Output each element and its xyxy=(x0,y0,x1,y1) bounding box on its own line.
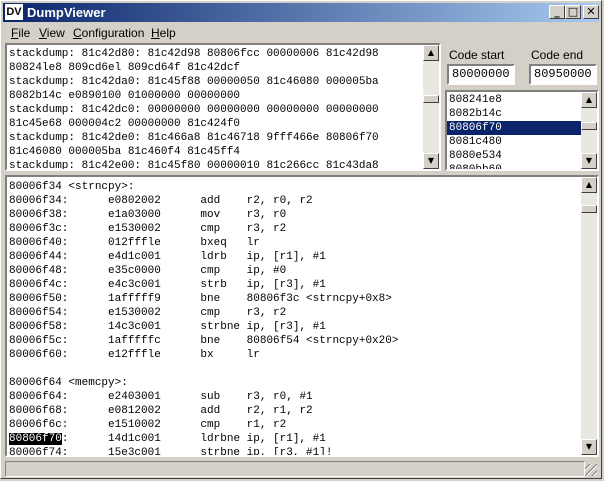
app-icon: DV xyxy=(5,4,23,20)
stackdump-line: stackdump: 81c42dc0: 00000000 00000000 0… xyxy=(9,104,379,116)
stackdump-line: 81c46080 000005ba 81c460f4 81c45ff4 xyxy=(9,146,241,158)
code-end-label: Code end xyxy=(531,48,584,62)
disassembly-scrollbar[interactable]: ▲ ▼ xyxy=(581,177,597,455)
disassembly-line: 80006f54: e1530002 cmp r3, r2 xyxy=(9,307,287,319)
disassembly-line: 80006f6c: e1510002 cmp r1, r2 xyxy=(9,419,287,431)
disassembly-line: 80006f60: e12fffle bx lr xyxy=(9,349,260,361)
list-item[interactable]: 808241e8 xyxy=(447,93,581,107)
disassembly-panel[interactable]: 80006f34 <strncpy>: 80006f34: e0802002 ad… xyxy=(5,175,599,457)
address-list-items: 808241e8 8082b14c 80806f70 8081c480 8080e534… xyxy=(447,93,581,169)
list-item[interactable]: 8081c480 xyxy=(447,135,581,149)
scroll-up-button[interactable]: ▲ xyxy=(423,45,439,61)
disassembly-line: 80006f34 <strncpy>: xyxy=(9,181,135,193)
scroll-down-button[interactable]: ▼ xyxy=(581,153,597,169)
close-button[interactable]: ✕ xyxy=(583,5,599,19)
scroll-thumb[interactable] xyxy=(581,205,597,213)
stackdump-text: stackdump: 81c42d80: 81c42d98 80806fcc 0… xyxy=(9,47,409,171)
disassembly-line: 80006f50: 1afffff9 bne 80806f3c <strncpy… xyxy=(9,293,392,305)
code-start-label: Code start xyxy=(449,48,505,62)
list-item[interactable]: 8080bb60 xyxy=(447,163,581,169)
stackdump-line: 80824le8 809cd6el 809cd64f 81c42dcf xyxy=(9,62,241,74)
menu-help[interactable]: Help xyxy=(151,26,176,40)
window-title: DumpViewer xyxy=(27,5,106,20)
disassembly-text: 80006f34 <strncpy>: 80006f34: e0802002 ad… xyxy=(9,180,579,457)
stackdump-line: 8082b14c e0890100 01000000 00000000 xyxy=(9,90,241,102)
list-item[interactable]: 8082b14c xyxy=(447,107,581,121)
stackdump-line: stackdump: 81c42d80: 81c42d98 80806fcc 0… xyxy=(9,48,379,60)
scroll-up-button[interactable]: ▲ xyxy=(581,177,597,193)
menu-bar: File View Configuration Help xyxy=(3,23,599,42)
disassembly-line: 80006f3c: e1530002 cmp r3, r2 xyxy=(9,223,287,235)
address-list-scrollbar[interactable]: ▲ ▼ xyxy=(581,92,597,169)
disassembly-line: 80806f70: 14d1c001 ldrbne ip, [r1], #1 xyxy=(9,433,326,445)
minimize-button[interactable]: _ xyxy=(549,5,565,19)
menu-configuration[interactable]: Configuration xyxy=(73,26,144,40)
status-bar xyxy=(3,460,599,478)
scroll-thumb[interactable] xyxy=(581,122,597,130)
address-list[interactable]: 808241e8 8082b14c 80806f70 8081c480 8080e534… xyxy=(445,90,599,171)
disassembly-line: 80006f34: e0802002 add r2, r0, r2 xyxy=(9,195,313,207)
stackdump-line: 81c45e68 000004c2 00000000 81c424f0 xyxy=(9,118,241,130)
stackdump-scrollbar[interactable]: ▲ ▼ xyxy=(423,45,439,169)
stackdump-line: stackdump: 81c42de0: 81c466a8 81c46718 9… xyxy=(9,132,379,144)
scroll-up-button[interactable]: ▲ xyxy=(581,92,597,108)
menu-view[interactable]: View xyxy=(39,26,65,40)
maximize-button[interactable]: □ xyxy=(565,5,581,19)
highlighted-address: 80806f70 xyxy=(9,433,62,445)
menu-file[interactable]: File xyxy=(11,26,30,40)
disassembly-line xyxy=(9,362,579,376)
disassembly-line: 80006f64: e2403001 sub r3, r0, #1 xyxy=(9,391,313,403)
scroll-down-button[interactable]: ▼ xyxy=(423,153,439,169)
list-item[interactable]: 8080e534 xyxy=(447,149,581,163)
stackdump-line: stackdump: 81c42e00: 81c45f80 00000010 8… xyxy=(9,160,379,171)
resize-grip-icon[interactable] xyxy=(585,464,597,476)
stackdump-panel[interactable]: stackdump: 81c42d80: 81c42d98 80806fcc 0… xyxy=(5,43,441,171)
code-end-input[interactable]: 80950000 xyxy=(529,64,597,85)
disassembly-line: 80006f58: 14c3c001 strbne ip, [r3], #1 xyxy=(9,321,326,333)
scroll-down-button[interactable]: ▼ xyxy=(581,439,597,455)
disassembly-line: 80006f44: e4d1c001 ldrb ip, [r1], #1 xyxy=(9,251,326,263)
list-item[interactable]: 80806f70 xyxy=(447,121,581,135)
disassembly-line: 80006f40: 012fffle bxeq lr xyxy=(9,237,260,249)
disassembly-line: 80006f74: 15e3c001 strbne ip, [r3, #1]! xyxy=(9,447,333,457)
disassembly-line: 80006f68: e0812002 add r2, r1, r2 xyxy=(9,405,313,417)
main-window: DV DumpViewer _ □ ✕ File View Configurat… xyxy=(0,0,602,479)
title-bar[interactable]: DV DumpViewer _ □ ✕ xyxy=(3,3,599,22)
disassembly-line: 80006f48: e35c0000 cmp ip, #0 xyxy=(9,265,287,277)
disassembly-line: 80006f5c: 1afffffc bne 80806f54 <strncpy… xyxy=(9,335,399,347)
status-pane xyxy=(5,461,585,477)
disassembly-line: 80006f4c: e4c3c001 strb ip, [r3], #1 xyxy=(9,279,326,291)
stackdump-line: stackdump: 81c42da0: 81c45f88 00000050 8… xyxy=(9,76,379,88)
scroll-thumb[interactable] xyxy=(423,95,439,103)
code-start-input[interactable]: 80000000 xyxy=(447,64,515,85)
disassembly-line: 80006f38: e1a03000 mov r3, r0 xyxy=(9,209,287,221)
disassembly-line: 80006f64 <memcpy>: xyxy=(9,377,128,389)
